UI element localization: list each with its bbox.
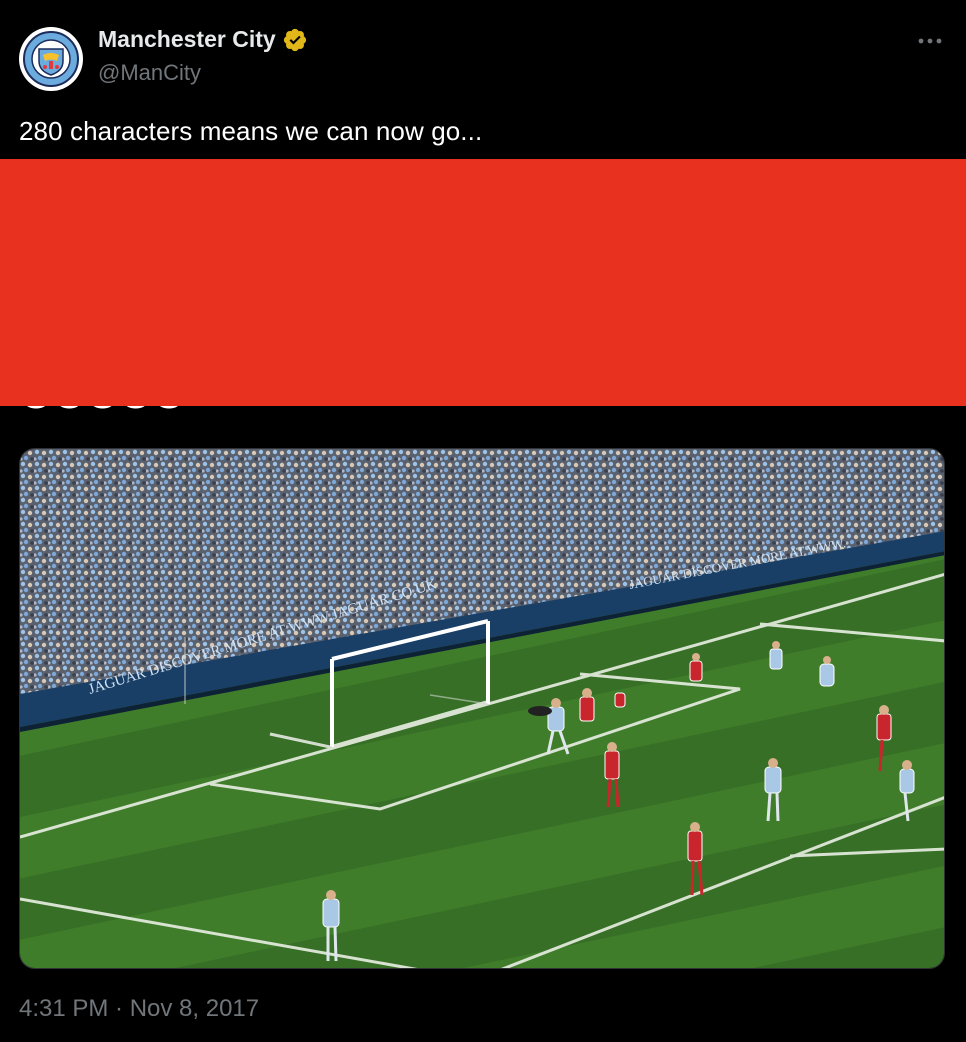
avatar[interactable] <box>19 27 83 91</box>
author-name-row: Manchester City <box>98 26 308 53</box>
tweet-timestamp[interactable]: 4:31 PM · Nov 8, 2017 <box>19 995 259 1023</box>
more-dots-icon <box>918 38 942 44</box>
manchester-city-crest-icon <box>20 28 82 90</box>
tweet-text: 280 characters means we can now go... <box>19 116 483 146</box>
football-match-still: JAGUAR DISCOVER MORE AT WWW.JAGUAR.CO.UK… <box>20 449 944 968</box>
tweet-video[interactable]: JAGUAR DISCOVER MORE AT WWW.JAGUAR.CO.UK… <box>19 448 945 969</box>
verified-badge-icon[interactable] <box>282 27 308 53</box>
more-options-button[interactable] <box>910 28 950 54</box>
author-handle[interactable]: @ManCity <box>98 60 201 86</box>
redaction-overlay <box>0 159 966 406</box>
author-display-name[interactable]: Manchester City <box>98 26 276 53</box>
